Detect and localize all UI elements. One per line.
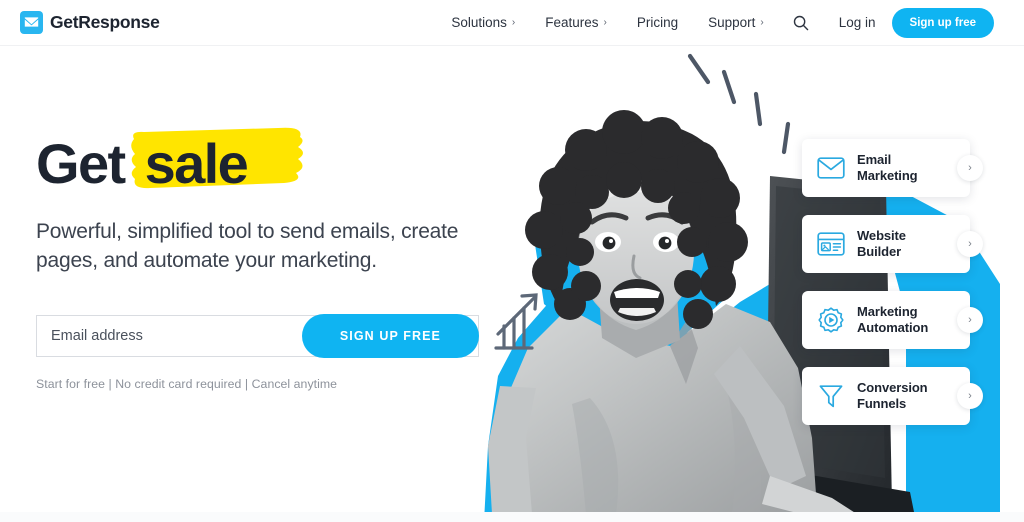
page-bottom-edge [0, 512, 1024, 522]
envelope-icon [20, 11, 43, 34]
nav-item-pricing[interactable]: Pricing [622, 15, 693, 30]
main-nav: Solutions › Features › Pricing Support › [436, 7, 1010, 39]
signup-disclaimer: Start for free | No credit card required… [36, 376, 338, 391]
nav-label: Solutions [451, 15, 507, 30]
feature-card-list: Email Marketing › Website Builder › Mark… [802, 139, 983, 443]
nav-label: Support [708, 15, 756, 30]
feature-card-label: Email Marketing [857, 152, 918, 184]
nav-label: Features [545, 15, 599, 30]
feature-card-label: Marketing Automation [857, 304, 928, 336]
site-header: GetResponse Solutions › Features › Prici… [0, 0, 1024, 46]
excitement-dashes-doodle [687, 53, 791, 155]
landing-page: GetResponse Solutions › Features › Prici… [0, 0, 1024, 522]
feature-card-label: Conversion Funnels [857, 380, 928, 412]
chevron-right-icon[interactable]: › [957, 307, 983, 333]
feature-card-line2: Automation [857, 320, 929, 335]
headline-plain: Get [36, 132, 126, 195]
feature-card-marketing-automation[interactable]: Marketing Automation › [802, 291, 983, 349]
hero-section: Get sale Powerful, simplified tool to se… [0, 46, 1024, 522]
signup-free-submit-button[interactable]: SIGN UP FREE [301, 313, 479, 358]
feature-card-label: Website Builder [857, 228, 906, 260]
chevron-right-icon: › [511, 17, 516, 28]
feature-card-website-builder[interactable]: Website Builder › [802, 215, 983, 273]
feature-card-line1: Conversion [857, 380, 928, 396]
chevron-right-icon[interactable]: › [957, 383, 983, 409]
feature-card-conversion-funnels[interactable]: Conversion Funnels › [802, 367, 983, 425]
feature-card-email-marketing[interactable]: Email Marketing › [802, 139, 983, 197]
page-title: Get sale [36, 127, 506, 195]
logo[interactable]: GetResponse [20, 11, 160, 34]
headline-accent: sale [144, 132, 249, 195]
signup-form: SIGN UP FREE [36, 313, 479, 358]
feature-card-line2: Builder [857, 244, 902, 259]
hero-subheading: Powerful, simplified tool to send emails… [36, 220, 459, 272]
login-link[interactable]: Log in [823, 15, 892, 30]
feature-card-line2: Funnels [857, 396, 907, 411]
feature-card-line2: Marketing [857, 168, 918, 183]
signup-free-button[interactable]: Sign up free [891, 7, 994, 38]
hero-copy: Get sale Powerful, simplified tool to se… [36, 127, 506, 391]
logo-text: GetResponse [50, 12, 160, 32]
chevron-right-icon: › [760, 17, 764, 28]
nav-item-solutions[interactable]: Solutions › [436, 15, 530, 30]
envelope-outline-icon [816, 153, 846, 183]
chevron-right-icon[interactable]: › [957, 231, 983, 257]
feature-card-line1: Marketing [857, 304, 918, 320]
nav-item-support[interactable]: Support › [693, 15, 779, 30]
search-icon[interactable] [785, 7, 817, 39]
nav-label: Pricing [636, 15, 679, 30]
chevron-right-icon[interactable]: › [957, 155, 983, 181]
gear-play-icon [816, 305, 846, 335]
website-builder-icon [816, 229, 846, 259]
funnel-icon [816, 381, 846, 411]
feature-card-line1: Website [857, 228, 906, 244]
nav-item-features[interactable]: Features › [530, 15, 622, 30]
chevron-right-icon: › [603, 17, 607, 28]
headline-accent-wrap: sale [130, 127, 303, 192]
feature-card-line1: Email [857, 152, 892, 168]
